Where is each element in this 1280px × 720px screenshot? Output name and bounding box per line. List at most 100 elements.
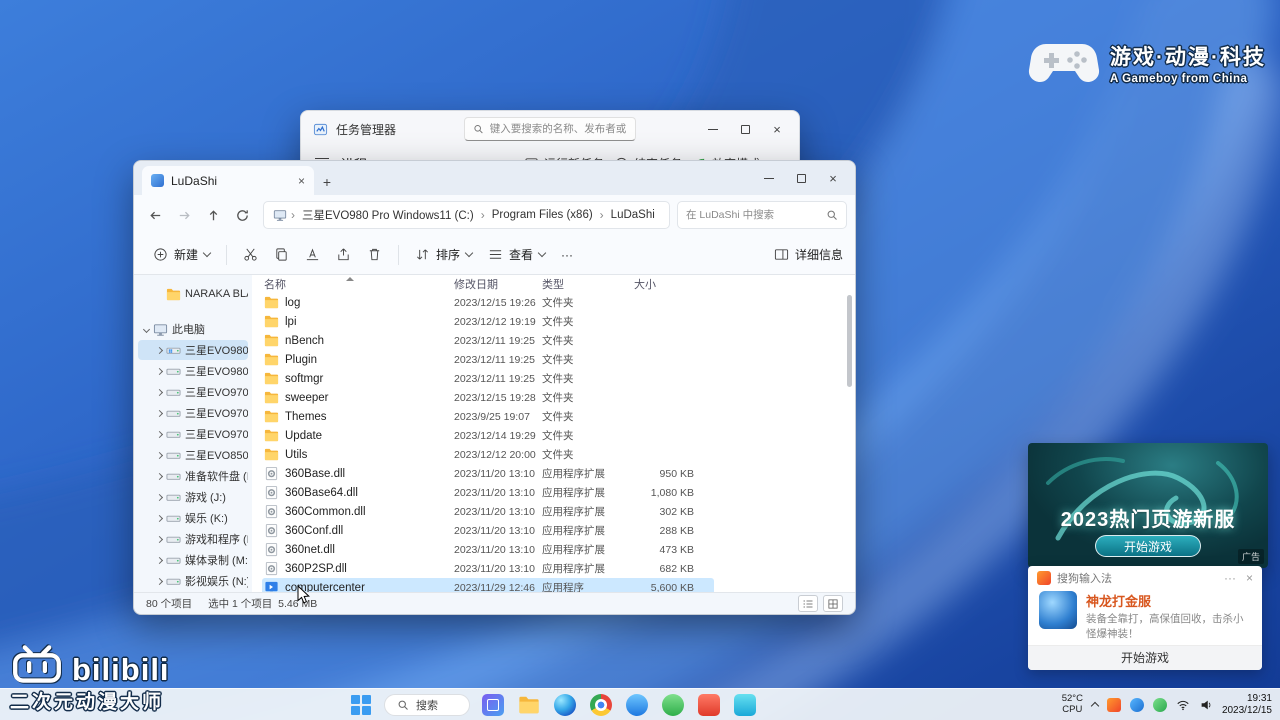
close-button[interactable]: ×	[817, 166, 849, 190]
scrollbar-thumb[interactable]	[847, 295, 852, 387]
chevron-icon[interactable]	[156, 577, 163, 584]
cpu-temp-widget[interactable]: 52°C CPU	[1062, 694, 1083, 716]
explorer-search-input[interactable]	[686, 209, 820, 221]
sidebar-item[interactable]: 三星EVO970 V	[138, 382, 248, 402]
close-icon[interactable]: ×	[1246, 571, 1253, 585]
forward-button[interactable]	[171, 202, 198, 229]
taskbar-app-icon[interactable]	[626, 694, 648, 716]
taskbar-app-icon[interactable]	[734, 694, 756, 716]
breadcrumb-item[interactable]: Program Files (x86)	[489, 209, 596, 221]
file-row[interactable]: 360net.dll2023/11/20 13:10应用程序扩展473 KB	[262, 540, 714, 559]
file-row[interactable]: nBench2023/12/11 19:25文件夹	[262, 331, 714, 350]
file-row[interactable]: Plugin2023/12/11 19:25文件夹	[262, 350, 714, 369]
sidebar-item[interactable]: 娱乐 (K:)	[138, 508, 248, 528]
sidebar-item[interactable]: 影视娱乐 (N:)	[138, 571, 248, 591]
sidebar-item[interactable]: 此电脑	[138, 319, 248, 339]
back-button[interactable]	[142, 202, 169, 229]
column-header-date[interactable]: 修改日期	[454, 276, 542, 292]
chevron-icon[interactable]	[156, 451, 163, 458]
taskbar-app-icon[interactable]	[698, 694, 720, 716]
explorer-tab[interactable]: LuDaShi ×	[142, 166, 314, 195]
file-row[interactable]: sweeper2023/12/15 19:28文件夹	[262, 388, 714, 407]
ad-start-game-button[interactable]: 开始游戏	[1095, 535, 1201, 557]
chevron-icon[interactable]	[156, 535, 163, 542]
tab-close-icon[interactable]: ×	[298, 174, 305, 188]
file-row[interactable]: Utils2023/12/12 20:00文件夹	[262, 445, 714, 464]
column-header-size[interactable]: 大小	[634, 276, 704, 292]
minimize-button[interactable]	[697, 117, 729, 141]
taskbar-app-icon[interactable]	[590, 694, 612, 716]
task-manager-search-input[interactable]	[490, 123, 627, 135]
file-row[interactable]: 360Conf.dll2023/11/20 13:10应用程序扩展288 KB	[262, 521, 714, 540]
popup-start-game-button[interactable]: 开始游戏	[1028, 645, 1262, 670]
file-row[interactable]: log2023/12/15 19:26文件夹	[262, 293, 714, 312]
chevron-icon[interactable]	[156, 409, 163, 416]
file-row[interactable]: computercenter2023/11/29 12:46应用程序5,600 …	[262, 578, 714, 592]
file-row[interactable]: 360P2SP.dll2023/11/20 13:10应用程序扩展682 KB	[262, 559, 714, 578]
column-header-name[interactable]: 名称	[262, 276, 454, 292]
hidden-icons-chevron[interactable]	[1091, 702, 1099, 710]
new-tab-button[interactable]: +	[314, 169, 340, 195]
tray-sogou-icon[interactable]	[1107, 698, 1121, 712]
vertical-scrollbar[interactable]	[846, 295, 853, 588]
file-row[interactable]: Update2023/12/14 19:29文件夹	[262, 426, 714, 445]
network-icon[interactable]	[1176, 698, 1190, 712]
start-button[interactable]	[350, 694, 372, 716]
tray-app-icon[interactable]	[1153, 698, 1167, 712]
tray-app-icon[interactable]	[1130, 698, 1144, 712]
new-button[interactable]: 新建	[146, 241, 217, 268]
taskbar-app-icon[interactable]	[554, 694, 576, 716]
taskbar-search[interactable]: 搜索	[384, 694, 470, 716]
chevron-icon[interactable]	[156, 493, 163, 500]
task-manager-search[interactable]	[464, 117, 636, 141]
more-icon[interactable]: ···	[1224, 571, 1236, 585]
rename-button[interactable]	[298, 240, 327, 269]
chevron-icon[interactable]	[156, 346, 163, 353]
taskbar-app-icon[interactable]	[662, 694, 684, 716]
close-button[interactable]: ×	[761, 117, 793, 141]
up-button[interactable]	[200, 202, 227, 229]
chevron-icon[interactable]	[156, 367, 163, 374]
file-row[interactable]: softmgr2023/12/11 19:25文件夹	[262, 369, 714, 388]
chevron-icon[interactable]	[156, 514, 163, 521]
toolbar-more-button[interactable]: ···	[554, 243, 580, 267]
volume-icon[interactable]	[1199, 698, 1213, 712]
chevron-icon[interactable]	[156, 556, 163, 563]
breadcrumb-item[interactable]: LuDaShi	[608, 209, 658, 221]
sidebar-item[interactable]: 三星EVO850 V	[138, 445, 248, 465]
explorer-search[interactable]	[677, 201, 847, 229]
delete-button[interactable]	[360, 240, 389, 269]
details-pane-button[interactable]: 详细信息	[774, 246, 843, 263]
cut-button[interactable]	[236, 240, 265, 269]
minimize-button[interactable]	[753, 166, 785, 190]
file-row[interactable]: 360Base.dll2023/11/20 13:10应用程序扩展950 KB	[262, 464, 714, 483]
thumbnail-view-button[interactable]	[823, 595, 843, 612]
chevron-icon[interactable]	[156, 388, 163, 395]
sidebar-item[interactable]: 三星EVO970B	[138, 424, 248, 444]
sogou-ad-body[interactable]: 神龙打金服 装备全靠打，高保值回收，击杀小怪爆神装！	[1028, 589, 1262, 644]
sidebar-item[interactable]: 三星EVO970B	[138, 403, 248, 423]
breadcrumb-item[interactable]: 三星EVO980 Pro Windows11 (C:)	[299, 207, 477, 223]
file-row[interactable]: Themes2023/9/25 19:07文件夹	[262, 407, 714, 426]
file-row[interactable]: 360Common.dll2023/11/20 13:10应用程序扩展302 K…	[262, 502, 714, 521]
sidebar-item[interactable]: 三星EVO980	[138, 340, 248, 360]
chevron-icon[interactable]	[157, 292, 162, 297]
refresh-button[interactable]	[229, 202, 256, 229]
sidebar-item[interactable]: 准备软件盘 (I:	[138, 466, 248, 486]
taskbar-app-icon[interactable]	[482, 694, 504, 716]
copy-button[interactable]	[267, 240, 296, 269]
game-ad-banner[interactable]: 2023热门页游新服 开始游戏 广告	[1028, 443, 1268, 568]
sort-button[interactable]: 排序	[408, 241, 479, 268]
file-row[interactable]: lpi2023/12/12 19:19文件夹	[262, 312, 714, 331]
sidebar-item[interactable]: 游戏和程序 (L:	[138, 529, 248, 549]
sidebar-item[interactable]: 三星EVO980 I	[138, 361, 248, 381]
taskbar-app-icon[interactable]	[518, 694, 540, 716]
chevron-icon[interactable]	[156, 472, 163, 479]
sidebar-item[interactable]: 游戏 (J:)	[138, 487, 248, 507]
column-header-type[interactable]: 类型	[542, 276, 634, 292]
maximize-button[interactable]	[729, 117, 761, 141]
sidebar-item[interactable]: NARAKA BLAD	[138, 284, 248, 304]
view-button[interactable]: 查看	[481, 241, 552, 268]
chevron-icon[interactable]	[156, 430, 163, 437]
chevron-icon[interactable]	[143, 325, 150, 332]
